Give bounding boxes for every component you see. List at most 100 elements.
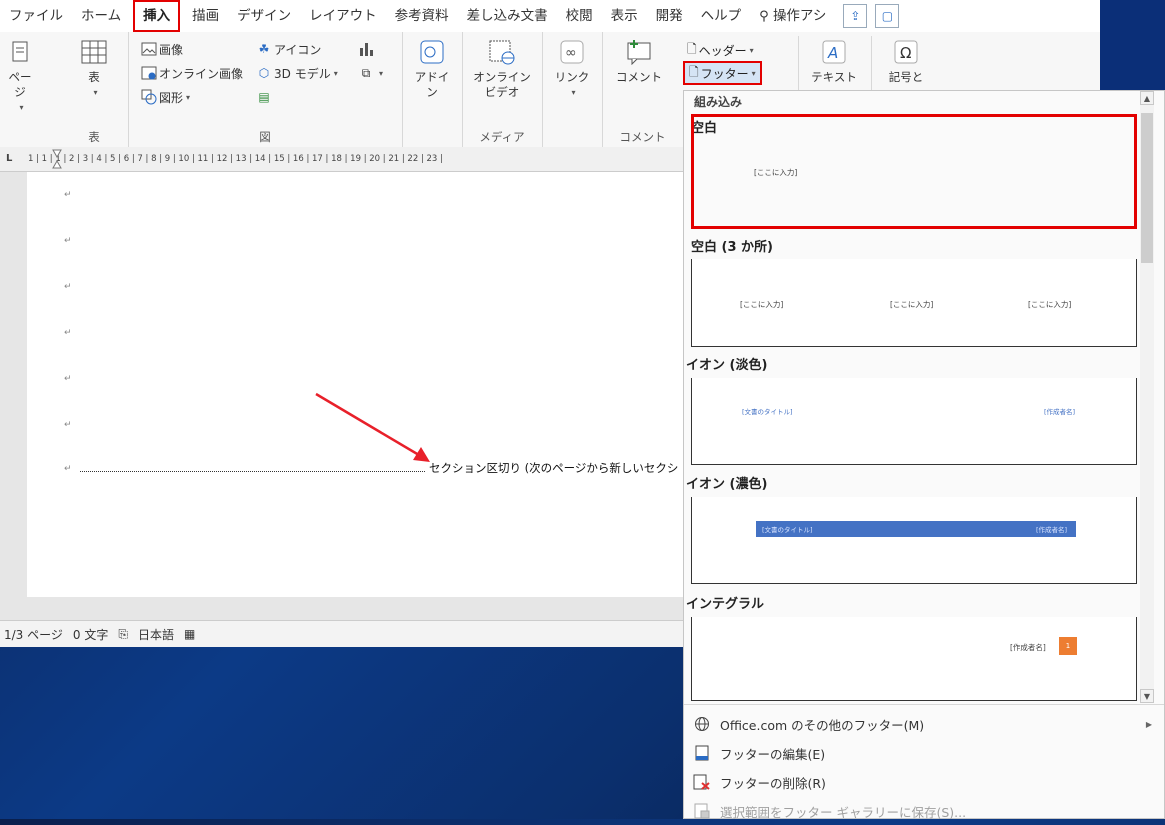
tab-mailings[interactable]: 差し込み文書 (458, 0, 557, 32)
link-icon: ∞ (557, 38, 587, 66)
smartart-button[interactable]: ▤ (256, 88, 274, 106)
desktop-corner (1100, 0, 1165, 90)
ribbon-extension: 🗋 ヘッダー ▾ 🗋 フッター ▾ A テキスト Ω 記号と (683, 32, 1100, 90)
shapes-label: 図形 (159, 90, 184, 105)
page-count[interactable]: 1/3 ページ (4, 626, 63, 643)
language-indicator[interactable]: 日本語 (138, 626, 174, 643)
menu-item-label: フッターの編集(E) (720, 746, 826, 762)
gallery-item-ion-light[interactable]: [文書のタイトル] [作成者名] (691, 378, 1137, 465)
save-gallery-icon (690, 803, 714, 819)
menu-item-label: フッターの削除(R) (720, 775, 826, 791)
search-icon: ⚲ (759, 9, 769, 24)
share-icon[interactable]: ⇪ (843, 4, 868, 28)
image-icon (141, 41, 157, 57)
edit-footer[interactable]: フッターの編集(E) (684, 739, 1164, 767)
gallery-item-blank[interactable]: [ここに入力] (691, 114, 1137, 229)
placeholder-text: [ここに入力] (890, 300, 934, 309)
edit-footer-icon (690, 745, 714, 761)
screenshot-button[interactable]: ⧉ ▾ (358, 64, 383, 82)
icons-icon: ☘ (258, 42, 270, 56)
link-button[interactable]: ∞ リンク ▾ (554, 38, 590, 100)
svg-text:∞: ∞ (565, 45, 577, 61)
group-divider (798, 36, 799, 90)
more-footers-office-com[interactable]: Office.com のその他のフッター(M) ▶ (684, 710, 1164, 738)
text-button[interactable]: A テキスト (811, 38, 857, 85)
word-count[interactable]: 0 文字 (73, 626, 108, 643)
gallery-item-title: 空白 (3 か所) (691, 240, 773, 255)
paragraph-mark: ↵ (64, 328, 72, 338)
gallery-item-ion-dark[interactable]: [文書のタイトル] [作成者名] (691, 497, 1137, 584)
online-video-button[interactable]: オンライン ビデオ (472, 38, 532, 100)
tab-design[interactable]: デザイン (228, 0, 300, 32)
gallery-item-title: イオン (濃色) (686, 477, 768, 492)
tab-developer[interactable]: 開発 (647, 0, 692, 32)
image-label: 画像 (159, 42, 184, 57)
scroll-down-icon[interactable]: ▼ (1140, 689, 1154, 703)
indent-marker-icon[interactable] (52, 149, 62, 169)
tab-home[interactable]: ホーム (72, 0, 130, 32)
tab-review[interactable]: 校閲 (557, 0, 602, 32)
proofing-icon[interactable]: ⎘ (118, 627, 128, 642)
horizontal-ruler[interactable]: L 1 | 1 | 1 | 2 | 3 | 4 | 5 | 6 | 7 | 8 … (0, 147, 683, 172)
group-divider (871, 36, 872, 90)
chevron-down-icon: ▾ (571, 88, 576, 97)
scroll-up-icon[interactable]: ▲ (1140, 91, 1154, 105)
globe-icon (690, 716, 714, 732)
group-links: ∞ リンク ▾ (542, 32, 603, 147)
header-button[interactable]: 🗋 ヘッダー ▾ (687, 40, 754, 60)
group-pages: ページ ▾ (0, 32, 40, 147)
chart-button[interactable] (358, 40, 376, 58)
status-bar: 1/3 ページ 0 文字 ⎘ 日本語 ▦ (0, 620, 683, 647)
paragraph-mark: ↵ (64, 420, 72, 430)
header-label: ヘッダー (698, 43, 747, 58)
gallery-scrollbar[interactable]: ▲ ▼ (1140, 91, 1154, 703)
icons-button[interactable]: ☘ アイコン (256, 40, 322, 58)
3d-model-label: 3D モデル (274, 66, 331, 81)
shapes-icon (141, 89, 157, 105)
tab-stop-selector[interactable]: L (6, 147, 12, 171)
paragraph-mark: ↵ (64, 374, 72, 384)
tell-me-search[interactable]: ⚲ 操作アシ (750, 0, 835, 32)
tab-insert[interactable]: 挿入 (133, 0, 181, 32)
addins-button[interactable]: アドイン (414, 38, 450, 100)
footer-label: フッター (700, 66, 749, 81)
chevron-down-icon: ▾ (751, 68, 756, 78)
chevron-down-icon: ▾ (749, 45, 754, 55)
media-group-label: メディア (479, 130, 525, 144)
group-illustrations: 画像 オンライン画像 図形 ▾ ☘ アイコン ⬡ 3D モデル ▾ ▤ ⧉ ▾ (128, 32, 403, 147)
tab-draw[interactable]: 描画 (183, 0, 228, 32)
group-media: オンライン ビデオ メディア (462, 32, 543, 147)
ribbon: ページ ▾ 表 ▾ 表 画像 オンライン画像 図形 ▾ ☘ アイコン ⬡ 3D … (0, 32, 683, 148)
online-video-label: オンライン ビデオ (473, 70, 531, 99)
chevron-down-icon: ▾ (379, 68, 384, 78)
tab-help[interactable]: ヘルプ (692, 0, 751, 32)
footer-button[interactable]: 🗋 フッター ▾ (683, 61, 762, 85)
text-label: テキスト (811, 70, 857, 84)
online-image-label: オンライン画像 (159, 66, 244, 81)
comments-icon[interactable]: ▢ (875, 4, 900, 28)
3d-model-button[interactable]: ⬡ 3D モデル ▾ (256, 64, 338, 82)
gallery-item-integral[interactable]: [作成者名] 1 (691, 617, 1137, 701)
tab-file[interactable]: ファイル (0, 0, 72, 32)
scroll-thumb[interactable] (1141, 113, 1153, 263)
pages-button[interactable]: ページ ▾ (4, 38, 36, 115)
image-button[interactable]: 画像 (141, 40, 183, 58)
svg-text:Ω: Ω (900, 44, 911, 62)
menu-item-label: Office.com のその他のフッター(M) (720, 717, 925, 733)
macro-recorder-icon[interactable]: ▦ (184, 627, 195, 641)
comment-button[interactable]: コメント (614, 38, 664, 85)
online-image-button[interactable]: オンライン画像 (141, 64, 243, 82)
chevron-down-icon: ▾ (19, 103, 24, 112)
table-label: 表 (88, 70, 100, 84)
remove-footer[interactable]: フッターの削除(R) (684, 768, 1164, 796)
shapes-button[interactable]: 図形 ▾ (141, 88, 190, 106)
paragraph-mark: ↵ (64, 190, 72, 200)
chevron-down-icon: ▾ (93, 88, 98, 97)
tab-layout[interactable]: レイアウト (300, 0, 386, 32)
table-button[interactable]: 表 ▾ (74, 38, 114, 100)
tab-references[interactable]: 参考資料 (386, 0, 458, 32)
tab-view[interactable]: 表示 (602, 0, 647, 32)
save-selection-to-footer-gallery: 選択範囲をフッター ギャラリーに保存(S)... (684, 797, 1164, 825)
gallery-item-blank-three-columns[interactable]: [ここに入力] [ここに入力] [ここに入力] (691, 259, 1137, 347)
symbol-button[interactable]: Ω 記号と (883, 38, 929, 85)
